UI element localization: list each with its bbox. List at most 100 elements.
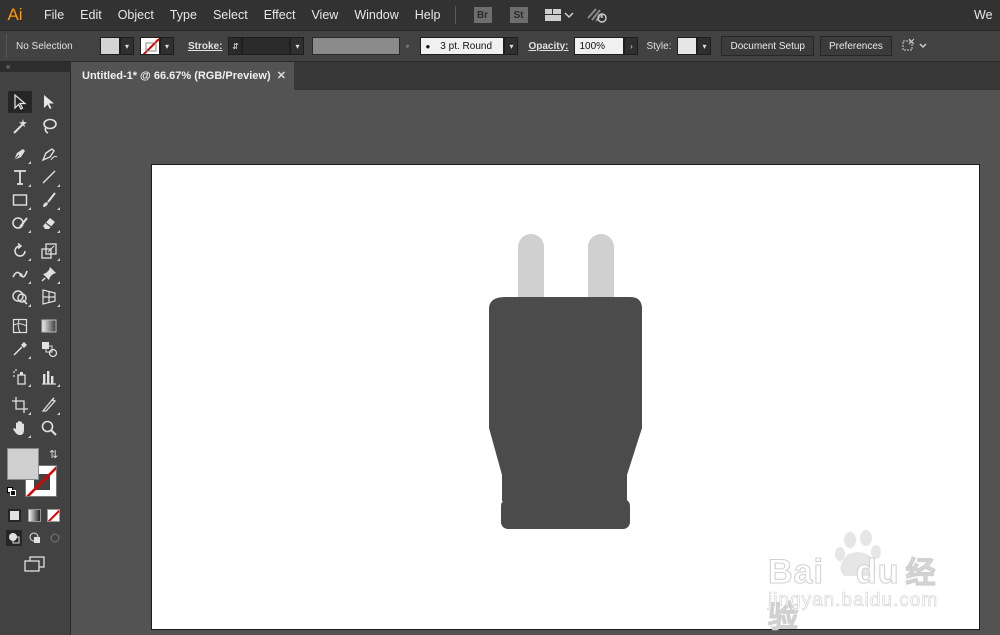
menu-bar: Ai File Edit Object Type Select Effect V… — [0, 0, 1000, 30]
baidu-watermark: Bai du 经验 jingyan.baidu.com — [767, 528, 948, 635]
no-stroke-icon — [142, 38, 159, 54]
eraser-tool[interactable] — [37, 212, 61, 234]
fill-swatch[interactable] — [100, 37, 120, 55]
fill-dropdown[interactable]: ▾ — [120, 37, 134, 55]
brush-dropdown[interactable]: ▾ — [504, 37, 519, 55]
draw-inside-icon — [50, 533, 60, 543]
hand-icon — [13, 421, 24, 435]
menu-help[interactable]: Help — [407, 0, 449, 30]
rectangle-tool[interactable] — [8, 189, 32, 211]
menu-select[interactable]: Select — [205, 0, 256, 30]
document-tab[interactable]: Untitled-1* @ 66.67% (RGB/Preview) ✕ — [72, 62, 294, 90]
gradient-mode-button[interactable] — [28, 509, 41, 522]
draw-normal-button[interactable] — [6, 530, 22, 546]
symbol-sprayer-tool[interactable] — [8, 366, 32, 388]
puppet-warp-tool[interactable] — [37, 263, 61, 285]
eyedropper-icon — [13, 342, 27, 356]
plug-body[interactable] — [489, 297, 642, 501]
document-tab-bar: Untitled-1* @ 66.67% (RGB/Preview) ✕ — [72, 62, 1000, 90]
paintbrush-icon — [43, 192, 56, 207]
brush-definition[interactable]: ● 3 pt. Round — [420, 37, 505, 55]
eyedropper-tool[interactable] — [8, 338, 32, 360]
selection-arrow-icon — [14, 93, 27, 110]
draw-inside-button[interactable] — [47, 530, 63, 546]
slice-knife-icon — [41, 397, 57, 412]
stroke-weight-input[interactable] — [242, 37, 291, 55]
perspective-grid-tool[interactable] — [37, 286, 61, 308]
arrange-documents-button[interactable] — [544, 7, 574, 23]
mesh-tool[interactable] — [8, 315, 32, 337]
tools-panel: ⇅ — [0, 72, 71, 635]
opacity-label[interactable]: Opacity: — [522, 41, 574, 52]
artboard-tool[interactable] — [8, 394, 32, 416]
line-segment-tool[interactable] — [37, 166, 61, 188]
menu-divider — [454, 6, 456, 24]
zoom-tool[interactable] — [37, 417, 61, 439]
stroke-weight-stepper[interactable]: ⇵ — [228, 37, 243, 55]
menu-edit[interactable]: Edit — [72, 0, 110, 30]
pen-icon — [13, 149, 25, 161]
preferences-button[interactable]: Preferences — [819, 36, 892, 56]
tools-collapse-button[interactable]: « — [0, 62, 71, 72]
type-icon — [14, 170, 26, 185]
arrange-documents-icon — [544, 9, 574, 21]
fill-color-box-front[interactable] — [7, 448, 39, 480]
rotate-tool[interactable] — [8, 240, 32, 262]
blend-tool[interactable] — [37, 338, 61, 360]
shape-builder-tool[interactable] — [8, 286, 32, 308]
stroke-label[interactable]: Stroke: — [182, 41, 228, 52]
gpu-performance-button[interactable] — [586, 6, 610, 24]
control-bar-grip[interactable] — [6, 35, 8, 57]
stroke-dropdown[interactable]: ▾ — [160, 37, 174, 55]
profile-dropdown[interactable]: ▾ — [400, 37, 415, 55]
watermark-url: jingyan.baidu.com — [768, 590, 939, 612]
type-tool[interactable] — [8, 166, 32, 188]
stroke-swatch[interactable] — [140, 37, 160, 55]
gradient-tool[interactable] — [37, 315, 61, 337]
color-mode-button[interactable] — [8, 509, 21, 522]
workspace-switcher[interactable]: We — [974, 0, 1000, 30]
menu-object[interactable]: Object — [110, 0, 162, 30]
close-tab-icon[interactable]: ✕ — [277, 69, 286, 82]
graphic-style-dropdown[interactable]: ▾ — [697, 37, 712, 55]
gpu-performance-icon — [586, 8, 607, 23]
magic-wand-icon — [13, 119, 27, 134]
column-graph-tool[interactable] — [37, 366, 61, 388]
column-graph-icon — [42, 371, 56, 385]
curvature-pen-icon — [41, 148, 58, 162]
stock-button[interactable]: St — [509, 7, 528, 23]
magic-wand-tool[interactable] — [8, 115, 32, 137]
shaper-tool[interactable] — [8, 212, 32, 234]
bridge-button[interactable]: Br — [473, 7, 492, 23]
default-fill-stroke-icon[interactable] — [7, 487, 17, 497]
app-logo[interactable]: Ai — [0, 0, 30, 30]
slice-tool[interactable] — [37, 394, 61, 416]
plug-base[interactable] — [501, 499, 630, 529]
paintbrush-tool[interactable] — [37, 189, 61, 211]
direct-selection-tool[interactable] — [37, 91, 61, 113]
menu-window[interactable]: Window — [346, 0, 406, 30]
scale-tool[interactable] — [37, 240, 61, 262]
menu-view[interactable]: View — [303, 0, 346, 30]
opacity-input[interactable]: 100% — [574, 37, 625, 55]
lasso-tool[interactable] — [37, 115, 61, 137]
transform-options-icon — [902, 38, 927, 51]
menu-effect[interactable]: Effect — [256, 0, 304, 30]
variable-width-profile[interactable] — [312, 37, 401, 55]
draw-behind-button[interactable] — [27, 530, 43, 546]
selection-tool[interactable] — [8, 91, 32, 113]
screen-mode-button[interactable] — [24, 555, 46, 573]
curvature-tool[interactable] — [37, 143, 61, 165]
menu-file[interactable]: File — [36, 0, 72, 30]
pen-tool[interactable] — [8, 143, 32, 165]
graphic-style-swatch[interactable] — [677, 37, 698, 55]
hand-tool[interactable] — [8, 417, 32, 439]
width-tool[interactable] — [8, 263, 32, 285]
menu-type[interactable]: Type — [162, 0, 205, 30]
opacity-dropdown[interactable]: › — [624, 37, 639, 55]
stroke-weight-dropdown[interactable]: ▾ — [290, 37, 305, 55]
arrange-button[interactable] — [900, 37, 930, 55]
document-setup-button[interactable]: Document Setup — [721, 36, 814, 56]
none-mode-button[interactable] — [47, 509, 60, 522]
swap-fill-stroke-icon[interactable]: ⇅ — [49, 448, 58, 461]
